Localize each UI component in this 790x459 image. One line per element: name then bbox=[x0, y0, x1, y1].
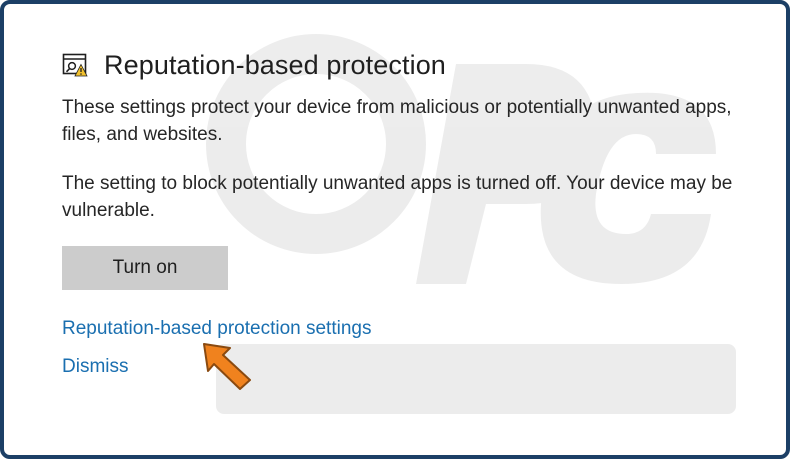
panel-title: Reputation-based protection bbox=[104, 49, 446, 80]
reputation-protection-panel: Reputation-based protection These settin… bbox=[62, 44, 762, 378]
reputation-settings-link[interactable]: Reputation-based protection settings bbox=[62, 318, 762, 340]
orange-pointer-arrow-icon bbox=[203, 343, 251, 390]
panel-description: These settings protect your device from … bbox=[62, 97, 732, 145]
browser-shield-icon bbox=[62, 53, 88, 77]
turn-on-button[interactable]: Turn on bbox=[62, 246, 228, 290]
dismiss-link[interactable]: Dismiss bbox=[62, 356, 762, 378]
screenshot-frame: Reputation-based protection These settin… bbox=[0, 0, 790, 459]
warning-message: The setting to block potentially unwante… bbox=[62, 173, 733, 221]
title-row: Reputation-based protection bbox=[62, 44, 762, 86]
